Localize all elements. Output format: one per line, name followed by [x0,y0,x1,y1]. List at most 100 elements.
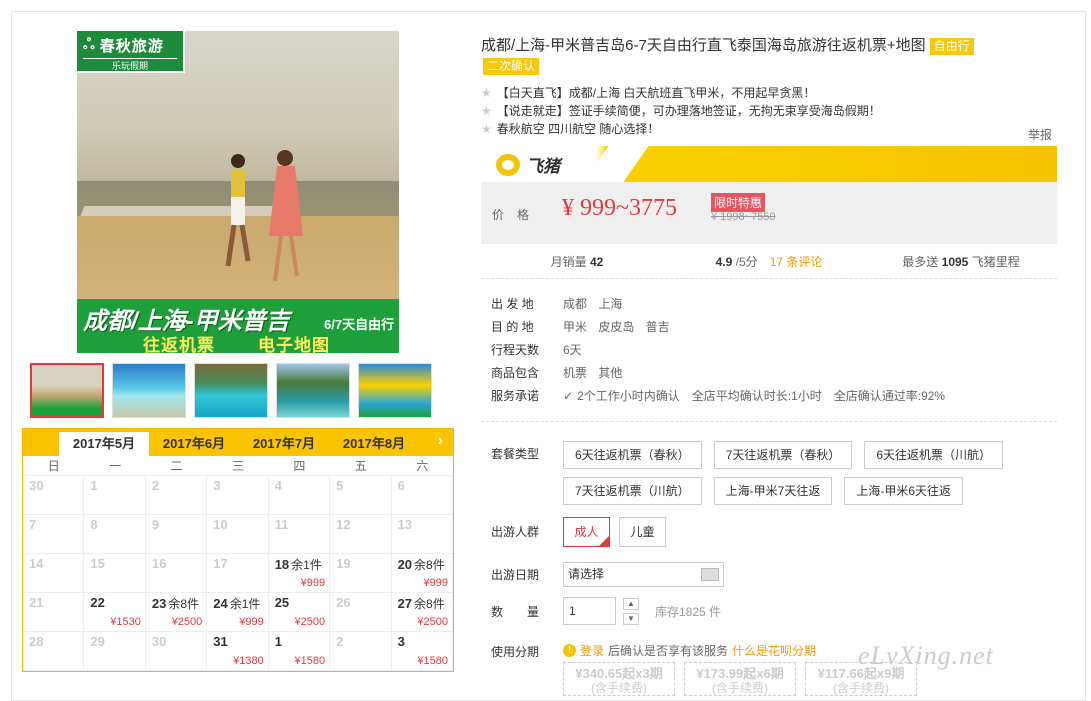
day-number: 17 [213,556,228,571]
feature-item: ★ 【白天直飞】成都/上海 白天航班直飞甲米，不用起早贪黑！ [481,86,816,100]
chevron-right-icon[interactable]: › [438,432,443,450]
calendar-day: 7 [23,515,85,554]
day-price: ¥999 [239,616,264,628]
logo-swirl-icon: ஃ [83,36,96,53]
price-panel: 价格 ¥ 999~3775 限时特惠 ¥ 1998~7550 [481,182,1057,244]
day-number: 26 [336,595,351,610]
quantity-down-icon[interactable]: ▼ [623,613,639,625]
quantity-up-icon[interactable]: ▲ [623,598,639,610]
calendar-day: 12 [330,515,392,554]
monthly-sales: 月销量 42 [550,255,604,269]
day-price: ¥1580 [417,655,448,667]
weekday: 一 [109,459,122,473]
calendar-day[interactable]: 31 ¥1380 [207,632,269,671]
thumbnail-1[interactable] [30,363,104,418]
report-link[interactable]: 举报 [1028,126,1052,143]
package-option[interactable]: 7天往返机票（春秋） [713,441,853,469]
calendar-grid: 30 1 2 3 4 5 6 7 8 9 10 11 12 13 14 15 16 17 18 余1件 ¥999 19 20… [23,476,453,671]
calendar-day: 4 [268,476,331,515]
day-stock: 余1件 [229,597,261,611]
calendar-day: 6 [391,476,453,515]
product-info: 出 发 地成都 上海 目 的 地甲米 皮皮岛 普吉 行程天数 6天 商品包含 机票 … [491,293,945,408]
weekday: 三 [231,459,244,473]
package-option[interactable]: 上海-甲米7天往返 [713,477,833,505]
rating: 4.9 /5分 17 条评论 [715,255,823,269]
group-adult-option[interactable]: 成人 [563,517,610,547]
thumbnail-5[interactable] [358,363,432,418]
day-number: 8 [90,517,98,532]
calendar-month-tabs: 2017年5月 2017年6月 2017年7月 2017年8月 › [23,429,453,456]
tab-month-1[interactable]: 2017年5月 [59,432,149,456]
calendar-day: 16 [145,554,208,593]
calendar-day: 21 [23,593,85,632]
original-price: ¥ 1998~7550 [711,211,776,223]
calendar-day: 17 [207,554,269,593]
calendar-day[interactable]: 1 ¥1580 [268,632,331,671]
tab-month-2[interactable]: 2017年6月 [149,432,239,456]
product-title: 成都/上海-甲米普吉岛6-7天自由行直飞泰国海岛旅游往返机票+地图 自由行 [481,33,1041,59]
group-label: 出游人群 [491,525,540,539]
calendar-weekdays: 日 一 二 三 四 五 六 [23,456,453,476]
group-child-option[interactable]: 儿童 [619,517,666,547]
day-price: ¥2500 [417,616,448,628]
installment-option[interactable]: ¥173.99起x6期 (含手续费) [684,662,796,696]
calendar-day: 26 [330,593,392,632]
calendar-day[interactable]: 18 余1件 ¥999 [268,554,331,593]
package-option[interactable]: 7天往返机票（川航） [563,477,702,505]
weekday: 二 [170,459,183,473]
thumbnail-3[interactable] [194,363,268,418]
reviews-link[interactable]: 17 条评论 [770,255,823,269]
calendar-day[interactable]: 24 余1件 ¥999 [207,593,269,632]
departure-calendar: 2017年5月 2017年6月 2017年7月 2017年8月 › 日 一 二 … [22,428,454,672]
calendar-day[interactable]: 23 余8件 ¥2500 [145,593,208,632]
day-number: 15 [90,556,105,571]
calendar-day: 9 [145,515,208,554]
main-product-image: ஃ 春秋旅游 乐玩假期 成都/上海-甲米普吉 6/7天自由行 往返机票 电子地图 [77,31,399,353]
travel-date-select[interactable]: 请选择 [563,562,724,587]
calendar-day[interactable]: 27 余8件 ¥2500 [391,593,453,632]
quantity-input[interactable]: 1 [563,597,616,625]
day-number: 19 [336,556,351,571]
login-link[interactable]: 登录 [580,642,604,659]
date-label: 出游日期 [491,568,540,582]
calendar-icon[interactable] [701,568,719,581]
image-subline-map: 电子地图 [258,336,330,353]
calendar-day[interactable]: 3 ¥1580 [391,632,453,671]
calendar-day[interactable]: 22 ¥1530 [84,593,146,632]
calendar-day: 10 [207,515,269,554]
sale-badge: 限时特惠 [711,193,766,212]
day-stock: 余8件 [414,558,445,572]
package-option[interactable]: 6天往返机票（川航） [864,441,1004,469]
day-number: 1 [274,634,282,649]
installment-help-link[interactable]: 什么是花呗分期 [732,642,816,659]
day-number: 16 [151,556,167,571]
day-price: ¥999 [300,577,326,589]
info-row: 商品包含 机票 其他 [491,366,623,380]
day-number: 3 [397,634,405,649]
tab-month-3[interactable]: 2017年7月 [239,432,329,456]
day-number: 10 [213,517,228,532]
day-price: ¥1580 [294,655,326,667]
day-number: 5 [336,478,344,493]
price-label: 价格 [492,208,543,222]
star-icon: ★ [481,104,492,118]
day-price: ¥1530 [110,616,141,628]
calendar-day: 3 [207,476,269,515]
calendar-day: 30 [23,476,85,515]
thumbnail-4[interactable] [276,363,350,418]
day-number: 29 [90,634,105,649]
feature-item: ★ 春秋航空 四川航空 随心选择！ [481,122,660,136]
package-option[interactable]: 6天往返机票（春秋） [563,441,702,469]
calendar-day[interactable]: 20 余8件 ¥999 [391,554,453,593]
calendar-day: 28 [23,632,85,671]
package-option[interactable]: 上海-甲米6天往返 [844,477,964,505]
day-number: 12 [336,517,351,532]
installment-option[interactable]: ¥340.65起x3期 (含手续费) [563,662,675,696]
weekday: 五 [354,459,367,473]
day-stock: 余1件 [291,558,322,572]
thumbnail-2[interactable] [112,363,186,418]
tab-month-4[interactable]: 2017年8月 [329,432,419,456]
fliggy-logo: 飞猪 [496,152,560,177]
calendar-day[interactable]: 25 ¥2500 [268,593,331,632]
calendar-day: 15 [84,554,146,593]
